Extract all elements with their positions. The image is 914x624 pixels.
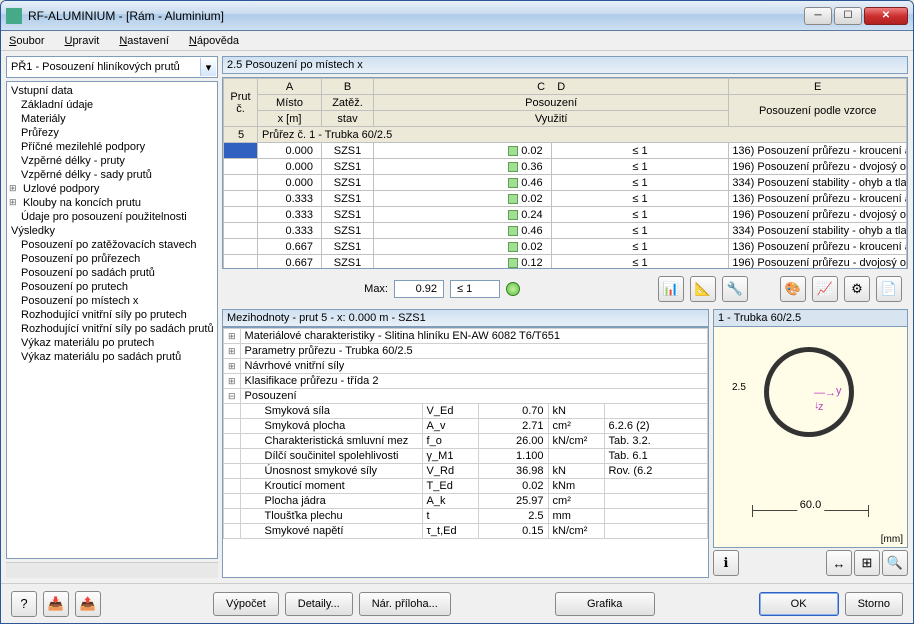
width-dimension: 60.0	[752, 505, 869, 517]
table-row[interactable]: 0.000SZS1 0.02≤ 1136) Posouzení průřezu …	[224, 143, 907, 159]
axes-icon: y z —→↓	[814, 387, 836, 411]
tree-item[interactable]: Výkaz materiálu po prutech	[9, 336, 215, 350]
axes-toggle-icon[interactable]: ⊞	[854, 550, 880, 576]
national-annex-button[interactable]: Nár. příloha...	[359, 592, 451, 616]
menubar: Soubor Upravit Nastavení Nápověda	[1, 31, 913, 51]
tree-item[interactable]: Posouzení po prutech	[9, 280, 215, 294]
chevron-down-icon[interactable]: ▾	[200, 58, 216, 76]
table-row[interactable]: 0.000SZS1 0.36≤ 1196) Posouzení průřezu …	[224, 159, 907, 175]
tree-item[interactable]: Rozhodující vnitřní síly po sadách prutů	[9, 322, 215, 336]
details-row[interactable]: Smyková sílaV_Ed0.70kN	[224, 404, 708, 419]
tree-item[interactable]: Posouzení po průřezech	[9, 252, 215, 266]
tree-item[interactable]: Posouzení po sadách prutů	[9, 266, 215, 280]
maximize-button[interactable]: ☐	[834, 7, 862, 25]
tree-item[interactable]: Výkaz materiálu po sadách prutů	[9, 350, 215, 364]
max-label: Max:	[228, 283, 388, 295]
info-icon[interactable]: ℹ	[713, 550, 739, 576]
table-row[interactable]: 0.333SZS1 0.46≤ 1334) Posouzení stabilit…	[224, 223, 907, 239]
section-preview: 2.5 y z —→↓ 60.0 [mm]	[713, 327, 908, 548]
tree-item[interactable]: Příčné mezilehlé podpory	[9, 140, 215, 154]
help-icon[interactable]: ?	[11, 591, 37, 617]
titlebar: RF-ALUMINIUM - [Rám - Aluminium] ─ ☐ ✕	[1, 1, 913, 31]
ok-button[interactable]: OK	[759, 592, 839, 616]
max-relation: ≤ 1	[450, 280, 500, 298]
export-icon[interactable]: 📤	[75, 591, 101, 617]
tree-item[interactable]: Posouzení po zatěžovacích stavech	[9, 238, 215, 252]
cancel-button[interactable]: Storno	[845, 592, 903, 616]
z-axis-label: z	[818, 401, 824, 413]
details-row[interactable]: Tloušťka plechut2.5mm	[224, 509, 708, 524]
print-preview-icon[interactable]: 🔍	[882, 550, 908, 576]
tree-item[interactable]: Posouzení po místech x	[9, 294, 215, 308]
details-row[interactable]: Únosnost smykové sílyV_Rd36.98kNRov. (6.…	[224, 464, 708, 479]
filter-members-icon[interactable]: 📐	[690, 276, 716, 302]
tree-item[interactable]: Rozhodující vnitřní síly po prutech	[9, 308, 215, 322]
graphics-button[interactable]: Grafika	[555, 592, 655, 616]
tree-scrollbar[interactable]	[6, 562, 218, 578]
tree-item[interactable]: Vzpěrné délky - pruty	[9, 154, 215, 168]
import-icon[interactable]: 📥	[43, 591, 69, 617]
tree-item[interactable]: Údaje pro posouzení použitelnosti	[9, 210, 215, 224]
details-row[interactable]: Smyková plochaA_v2.71cm²6.2.6 (2)	[224, 419, 708, 434]
calculate-button[interactable]: Výpočet	[213, 592, 279, 616]
filter-loadcase-icon[interactable]: 📊	[658, 276, 684, 302]
tree-group[interactable]: Vstupní data	[9, 84, 215, 98]
table-row[interactable]: 0.000SZS1 0.46≤ 1334) Posouzení stabilit…	[224, 175, 907, 191]
details-row[interactable]: Plocha jádraA_k25.97cm²	[224, 494, 708, 509]
filter-utilization-icon[interactable]: 🔧	[722, 276, 748, 302]
thickness-label: 2.5	[732, 382, 746, 393]
tree-item[interactable]: Uzlové podpory	[9, 182, 215, 196]
menu-upravit[interactable]: Upravit	[60, 33, 103, 49]
navigator-tree[interactable]: Vstupní dataZákladní údajeMateriályPrůře…	[6, 81, 218, 559]
menu-napoveda[interactable]: Nápověda	[185, 33, 243, 49]
minimize-button[interactable]: ─	[804, 7, 832, 25]
status-ok-icon	[506, 282, 520, 296]
details-group[interactable]: ⊞Parametry průřezu - Trubka 60/2.5	[224, 344, 708, 359]
table-row[interactable]: 0.667SZS1 0.12≤ 1196) Posouzení průřezu …	[224, 255, 907, 270]
case-selector-value: PŘ1 - Posouzení hliníkových prutů	[11, 61, 180, 73]
unit-label: [mm]	[881, 534, 903, 545]
export-excel-icon[interactable]: 📄	[876, 276, 902, 302]
tree-group[interactable]: Výsledky	[9, 224, 215, 238]
menu-nastaveni[interactable]: Nastavení	[115, 33, 173, 49]
app-window: RF-ALUMINIUM - [Rám - Aluminium] ─ ☐ ✕ S…	[0, 0, 914, 624]
details-row[interactable]: Dílčí součinitel spolehlivostiγ_M11.100T…	[224, 449, 708, 464]
details-row[interactable]: Krouticí momentT_Ed0.02kNm	[224, 479, 708, 494]
tree-item[interactable]: Vzpěrné délky - sady prutů	[9, 168, 215, 182]
details-group[interactable]: ⊞Klasifikace průřezu - třída 2	[224, 374, 708, 389]
table-row[interactable]: 0.333SZS1 0.24≤ 1196) Posouzení průřezu …	[224, 207, 907, 223]
details-grid[interactable]: ⊞Materiálové charakteristiky - Slitina h…	[222, 327, 709, 578]
window-title: RF-ALUMINIUM - [Rám - Aluminium]	[28, 9, 804, 23]
results-grid[interactable]: Prutč. AB C DE MístoZatěž.PosouzeníPosou…	[222, 77, 908, 269]
details-title: Mezihodnoty - prut 5 - x: 0.000 m - SZS1	[222, 309, 709, 327]
show-diagram-icon[interactable]: 📈	[812, 276, 838, 302]
grid-title: 2.5 Posouzení po místech x	[222, 56, 908, 74]
menu-soubor[interactable]: Soubor	[5, 33, 48, 49]
table-row[interactable]: 0.333SZS1 0.02≤ 1136) Posouzení průřezu …	[224, 191, 907, 207]
details-row[interactable]: Charakteristická smluvní mezf_o26.00kN/c…	[224, 434, 708, 449]
details-group[interactable]: ⊞Návrhové vnitřní síly	[224, 359, 708, 374]
max-value: 0.92	[394, 280, 444, 298]
close-button[interactable]: ✕	[864, 7, 908, 25]
y-axis-label: y	[836, 385, 842, 397]
preview-title: 1 - Trubka 60/2.5	[713, 309, 908, 327]
details-button[interactable]: Detaily...	[285, 592, 353, 616]
dimension-icon[interactable]: ↔	[826, 550, 852, 576]
tree-item[interactable]: Materiály	[9, 112, 215, 126]
tree-item[interactable]: Průřezy	[9, 126, 215, 140]
table-row[interactable]: 0.667SZS1 0.02≤ 1136) Posouzení průřezu …	[224, 239, 907, 255]
tree-item[interactable]: Klouby na koncích prutu	[9, 196, 215, 210]
details-row[interactable]: Smykové napětíτ_t,Ed0.15kN/cm²	[224, 524, 708, 539]
color-scale-icon[interactable]: 🎨	[780, 276, 806, 302]
details-group[interactable]: ⊞Materiálové charakteristiky - Slitina h…	[224, 329, 708, 344]
case-selector[interactable]: PŘ1 - Posouzení hliníkových prutů ▾	[6, 56, 218, 78]
app-icon	[6, 8, 22, 24]
footer: ? 📥 📤 Výpočet Detaily... Nár. příloha...…	[1, 583, 913, 623]
show-relations-icon[interactable]: ⚙	[844, 276, 870, 302]
max-row: Max: 0.92 ≤ 1 📊 📐 🔧 🎨 📈 ⚙ 📄	[222, 272, 908, 306]
details-group[interactable]: ⊟Posouzení	[224, 389, 708, 404]
tree-item[interactable]: Základní údaje	[9, 98, 215, 112]
